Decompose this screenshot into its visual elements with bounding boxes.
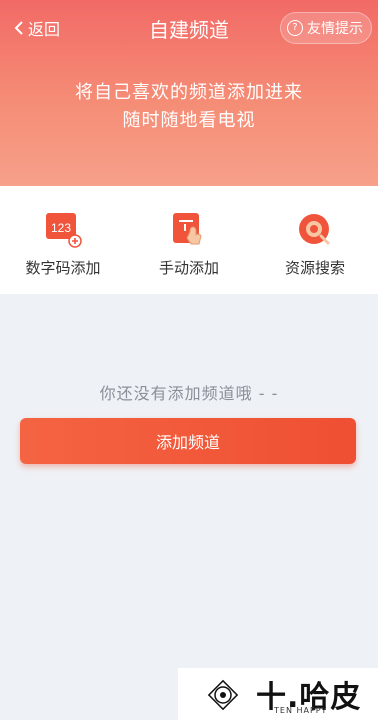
manual-add-label: 手动添加 xyxy=(158,259,219,277)
svg-text:123: 123 xyxy=(51,221,71,235)
resource-search-icon xyxy=(299,214,330,245)
digit-code-icon: 123 xyxy=(46,213,82,248)
digit-code-add-button[interactable]: 123 数字码添加 xyxy=(0,186,126,294)
promo-line-1: 将自己喜欢的频道添加进来 xyxy=(75,82,303,103)
add-method-bar: 123 数字码添加 手动添加 资源搜索 xyxy=(0,186,378,294)
resource-search-button[interactable]: 资源搜索 xyxy=(252,186,378,294)
add-channel-button[interactable]: 添加频道 xyxy=(20,418,356,464)
promo-line-2: 随时随地看电视 xyxy=(122,110,256,131)
question-icon: ? xyxy=(287,20,303,36)
hand-tap-icon xyxy=(173,213,202,245)
header-banner: 返回 自建频道 ? 友情提示 将自己喜欢的频道添加进来 随时随地看电视 xyxy=(0,0,378,186)
watermark-logo-icon xyxy=(207,679,239,711)
digit-code-add-label: 数字码添加 xyxy=(25,259,101,277)
watermark-sub: TEN HAPPY xyxy=(274,706,328,715)
empty-state-text: 你还没有添加频道哦 - - xyxy=(99,384,279,403)
manual-add-button[interactable]: 手动添加 xyxy=(126,186,252,294)
resource-search-label: 资源搜索 xyxy=(284,259,345,277)
watermark: 十.哈皮 TEN HAPPY xyxy=(178,668,378,720)
tip-label: 友情提示 xyxy=(307,21,363,37)
tip-button[interactable]: ? 友情提示 xyxy=(280,12,372,44)
